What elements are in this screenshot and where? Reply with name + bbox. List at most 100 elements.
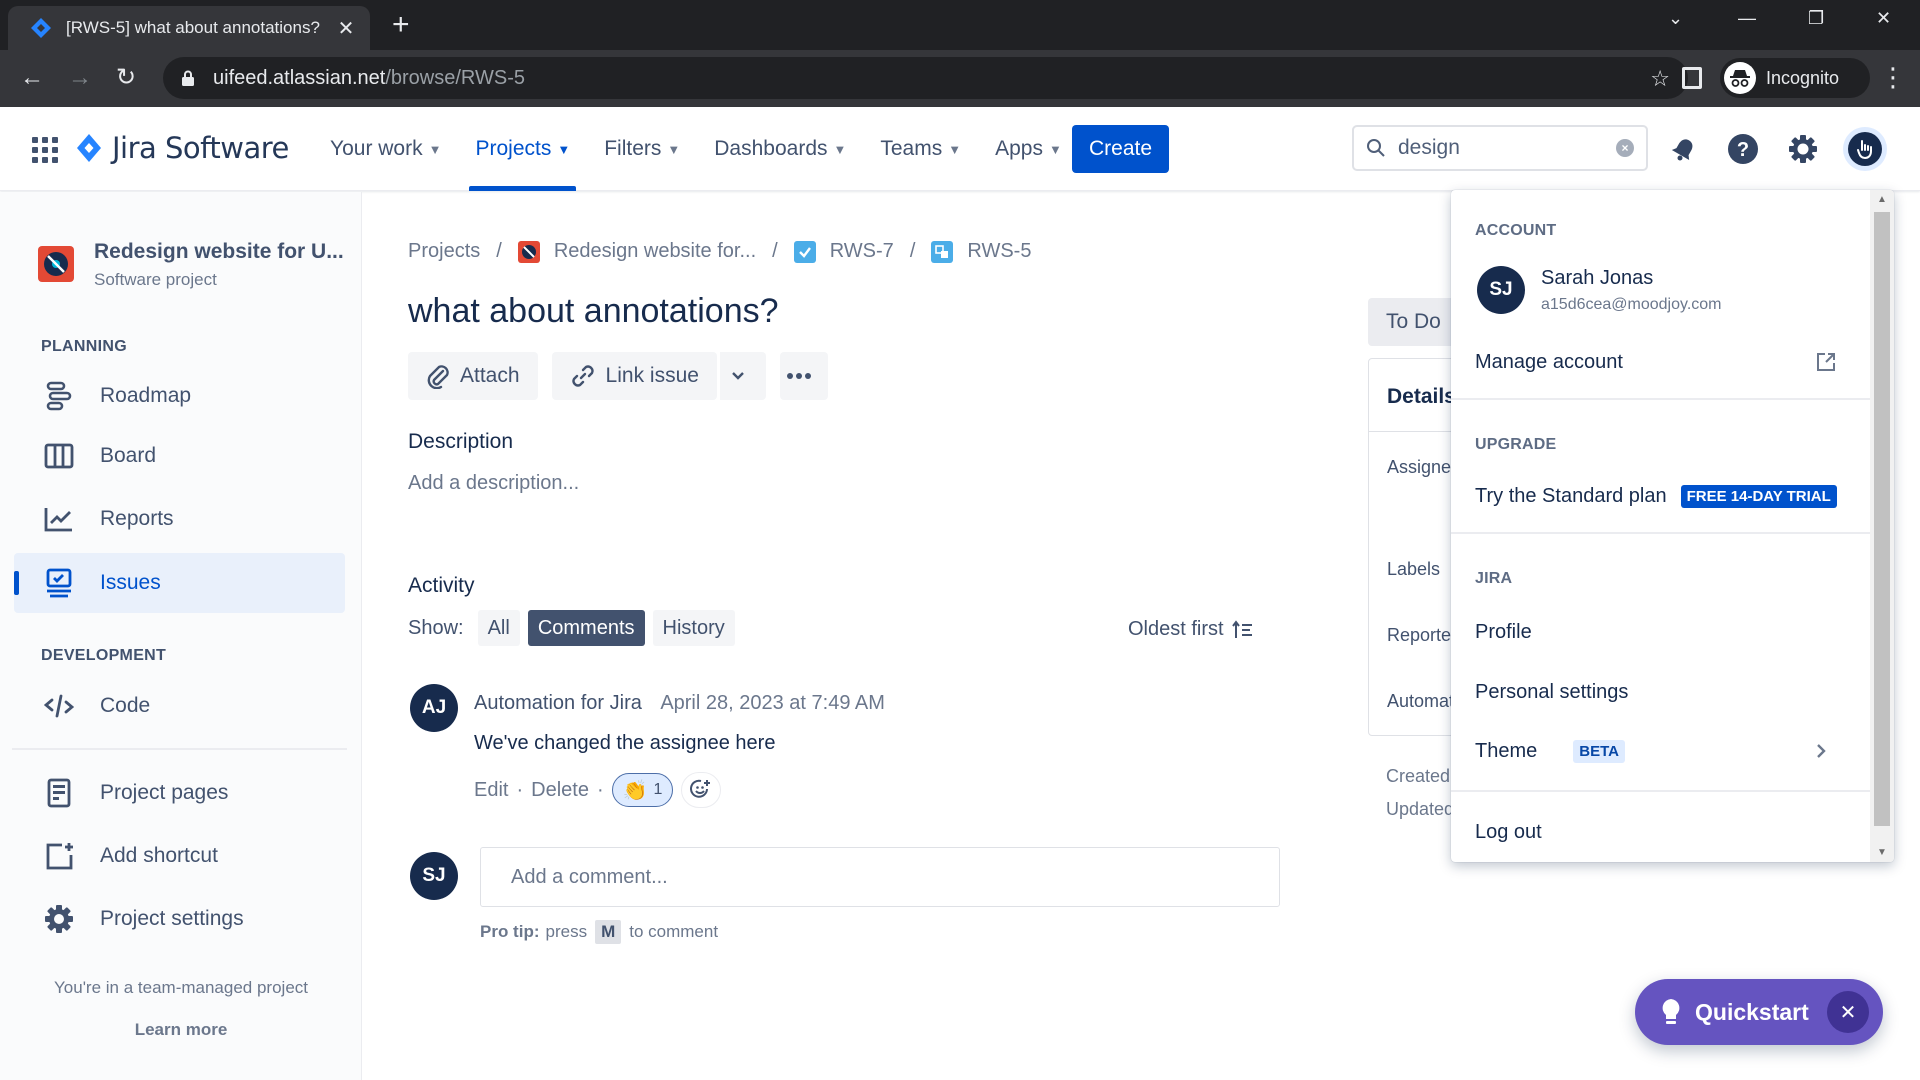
browser-menu-icon[interactable]: ⋮	[1880, 62, 1906, 92]
learn-more-link[interactable]: Learn more	[0, 1020, 362, 1040]
more-actions-button[interactable]	[779, 352, 828, 400]
nav-teams[interactable]: Teams ▼	[874, 107, 967, 191]
nav-label: Apps	[995, 137, 1043, 160]
filter-comments[interactable]: Comments	[527, 610, 645, 646]
filter-all[interactable]: All	[477, 610, 520, 646]
sidebar-item-reports[interactable]: Reports	[14, 489, 345, 549]
theme-item[interactable]: Theme BETA	[1451, 727, 1870, 775]
chevron-down-icon: ▼	[667, 141, 681, 157]
comment-delete-link[interactable]: Delete	[531, 779, 589, 802]
sidebar-item-label: Code	[100, 694, 151, 717]
nav-dashboards[interactable]: Dashboards ▼	[708, 107, 852, 191]
personal-settings-item[interactable]: Personal settings	[1451, 668, 1870, 716]
new-tab-button[interactable]: +	[392, 10, 410, 40]
sidebar-item-issues[interactable]: Issues	[14, 553, 345, 613]
log-out-item[interactable]: Log out	[1451, 808, 1870, 856]
search-input[interactable]: design ×	[1352, 125, 1648, 171]
sidebar-item-roadmap[interactable]: Roadmap	[14, 366, 345, 426]
restore-button[interactable]: ❐	[1808, 8, 1824, 29]
breadcrumb-current-issue[interactable]: RWS-5	[967, 240, 1031, 263]
description-field[interactable]: Add a description...	[408, 472, 579, 495]
browser-tab[interactable]: [RWS-5] what about annotations? ✕	[8, 6, 370, 50]
issue-title[interactable]: what about annotations?	[408, 292, 779, 331]
link-issue-button[interactable]: Link issue	[551, 352, 717, 400]
keyboard-shortcut-key: M	[595, 920, 622, 944]
app-switcher-icon[interactable]	[32, 137, 58, 163]
minimize-button[interactable]: —	[1738, 8, 1756, 29]
reload-icon[interactable]: ↻	[116, 64, 136, 92]
reaction-clap[interactable]: 👏 1	[611, 773, 674, 807]
link-issue-dropdown[interactable]	[717, 352, 766, 400]
free-trial-badge: FREE 14-DAY TRIAL	[1680, 484, 1837, 508]
jira-logo[interactable]: Jira Software	[76, 131, 289, 165]
incognito-profile-button[interactable]: Incognito	[1720, 58, 1870, 98]
sidebar-item-board[interactable]: Board	[14, 426, 345, 486]
nav-filters[interactable]: Filters ▼	[598, 107, 686, 191]
scroll-up-icon[interactable]: ▲	[1877, 194, 1887, 205]
manage-account-item[interactable]: Manage account	[1451, 338, 1870, 386]
attach-button[interactable]: Attach	[408, 352, 538, 400]
nav-apps[interactable]: Apps ▼	[989, 107, 1068, 191]
add-reaction-button[interactable]	[681, 772, 722, 808]
forward-icon[interactable]: →	[68, 64, 92, 92]
new-comment: SJ Add a comment...	[410, 847, 1280, 907]
back-icon[interactable]: ←	[20, 64, 44, 92]
clear-search-icon[interactable]: ×	[1616, 139, 1634, 157]
user-avatar	[1848, 132, 1882, 166]
scrollbar-thumb[interactable]	[1874, 212, 1890, 826]
project-header[interactable]: Redesign website for U... Software proje…	[38, 240, 344, 290]
side-panel-icon[interactable]	[1682, 67, 1702, 89]
sidebar-item-label: Add shortcut	[100, 844, 218, 867]
menu-item-label: Log out	[1475, 820, 1542, 843]
browser-toolbar: ← → ↻ uifeed.atlassian.net/browse/RWS-5 …	[0, 50, 1920, 107]
search-value: design	[1398, 136, 1460, 159]
paperclip-icon	[427, 365, 449, 389]
upgrade-section-title: UPGRADE	[1475, 436, 1557, 453]
sidebar-item-label: Board	[100, 444, 157, 467]
nav-your-work[interactable]: Your work ▼	[324, 107, 447, 191]
sort-order-button[interactable]: Oldest first	[1128, 618, 1254, 641]
bookmark-star-icon[interactable]: ☆	[1650, 66, 1670, 92]
breadcrumb-project[interactable]: Redesign website for...	[554, 240, 756, 263]
sidebar-item-code[interactable]: Code	[14, 676, 345, 736]
nav-projects[interactable]: Projects ▼	[469, 107, 576, 191]
breadcrumb-projects[interactable]: Projects	[408, 240, 480, 263]
comment-body: We've changed the assignee here	[474, 732, 776, 754]
attach-label: Attach	[460, 364, 520, 387]
notifications-bell-icon[interactable]	[1666, 131, 1702, 167]
filter-history[interactable]: History	[652, 610, 735, 646]
close-window-button[interactable]: ✕	[1876, 8, 1891, 29]
close-tab-icon[interactable]: ✕	[334, 16, 358, 41]
profile-avatar-button[interactable]	[1843, 127, 1887, 171]
separator-dot: ·	[516, 778, 524, 801]
breadcrumb-separator: /	[772, 240, 778, 262]
scroll-down-icon[interactable]: ▼	[1877, 847, 1887, 858]
quickstart-button[interactable]: Quickstart ✕	[1635, 979, 1883, 1045]
add-comment-input[interactable]: Add a comment...	[480, 847, 1280, 907]
details-title[interactable]: Details	[1387, 385, 1456, 409]
tab-search-icon[interactable]: ⌄	[1668, 8, 1683, 29]
sort-label: Oldest first	[1128, 618, 1224, 640]
sidebar-item-project-pages[interactable]: Project pages	[14, 763, 345, 823]
nav-label: Projects	[475, 137, 552, 160]
comment-edit-link[interactable]: Edit	[474, 779, 508, 802]
create-button[interactable]: Create	[1072, 125, 1169, 173]
address-bar[interactable]: uifeed.atlassian.net/browse/RWS-5 ☆	[163, 57, 1688, 99]
profile-item[interactable]: Profile	[1451, 608, 1870, 656]
more-icon	[786, 373, 811, 379]
development-section-title: DEVELOPMENT	[41, 647, 167, 664]
gear-icon	[44, 904, 74, 934]
menu-scrollbar[interactable]: ▲ ▼	[1870, 190, 1894, 862]
help-icon[interactable]: ?	[1725, 131, 1761, 167]
close-quickstart-icon[interactable]: ✕	[1827, 991, 1869, 1033]
sidebar-item-project-settings[interactable]: Project settings	[14, 889, 345, 949]
menu-item-label: Manage account	[1475, 350, 1623, 373]
jira-section-title: JIRA	[1475, 570, 1513, 587]
settings-gear-icon[interactable]	[1785, 131, 1821, 167]
try-standard-plan-item[interactable]: Try the Standard plan FREE 14-DAY TRIAL	[1451, 472, 1870, 520]
sidebar-item-add-shortcut[interactable]: Add shortcut	[14, 826, 345, 886]
menu-item-label: Personal settings	[1475, 680, 1629, 703]
url-path: /browse/RWS-5	[385, 66, 526, 89]
comment-author[interactable]: Automation for Jira	[474, 692, 642, 714]
breadcrumb-parent-issue[interactable]: RWS-7	[830, 240, 894, 263]
